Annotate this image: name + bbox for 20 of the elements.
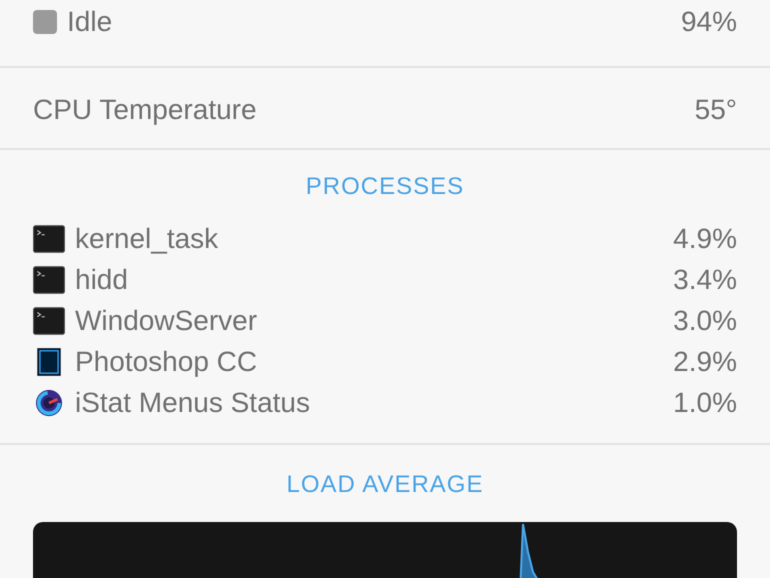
process-name: kernel_task [75,222,218,254]
terminal-icon [33,306,65,334]
gauge-icon [33,388,65,416]
process-value: 3.4% [673,264,737,296]
temperature-value: 55° [694,94,737,126]
process-name: WindowServer [75,304,258,336]
process-name: iStat Menus Status [75,386,310,418]
terminal-icon [33,224,65,252]
section-title: PROCESSES [304,172,466,202]
process-value: 2.9% [673,346,737,378]
process-value: 1.0% [673,386,737,418]
temperature-label: CPU Temperature [33,94,257,126]
usage-label: Idle [67,6,112,38]
section-title: LOAD AVERAGE [286,470,484,500]
process-name: Photoshop CC [75,346,258,378]
usage-value: 94% [680,6,737,38]
process-name: hidd [75,264,128,296]
terminal-icon [33,266,65,294]
process-value: 4.9% [673,222,737,254]
process-value: 3.0% [673,304,737,336]
